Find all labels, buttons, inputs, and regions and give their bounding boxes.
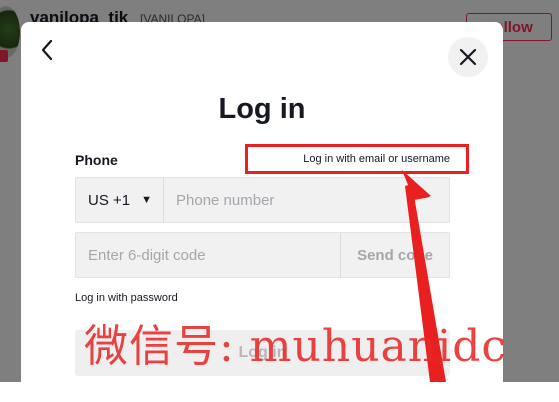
close-icon xyxy=(459,48,477,66)
country-code-value: US +1 xyxy=(88,191,131,209)
code-field-group: Send code xyxy=(75,232,450,278)
close-button[interactable] xyxy=(448,37,488,77)
phone-number-input[interactable] xyxy=(164,177,449,223)
login-button[interactable]: Log in xyxy=(75,330,450,376)
verification-code-input[interactable] xyxy=(76,232,340,278)
back-button[interactable] xyxy=(35,36,59,64)
modal-title: Log in xyxy=(218,93,306,125)
login-modal: Log in Phone Log in with email or userna… xyxy=(21,22,503,402)
phone-label: Phone xyxy=(75,152,118,168)
chevron-left-icon xyxy=(41,39,53,61)
login-with-password-link[interactable]: Log in with password xyxy=(75,292,178,304)
caret-down-icon: ▼ xyxy=(141,194,152,206)
country-code-select[interactable]: US +1 ▼ xyxy=(76,178,164,222)
login-with-email-link[interactable]: Log in with email or username xyxy=(245,144,469,174)
send-code-button[interactable]: Send code xyxy=(340,233,449,277)
phone-field-group: US +1 ▼ xyxy=(75,177,450,223)
